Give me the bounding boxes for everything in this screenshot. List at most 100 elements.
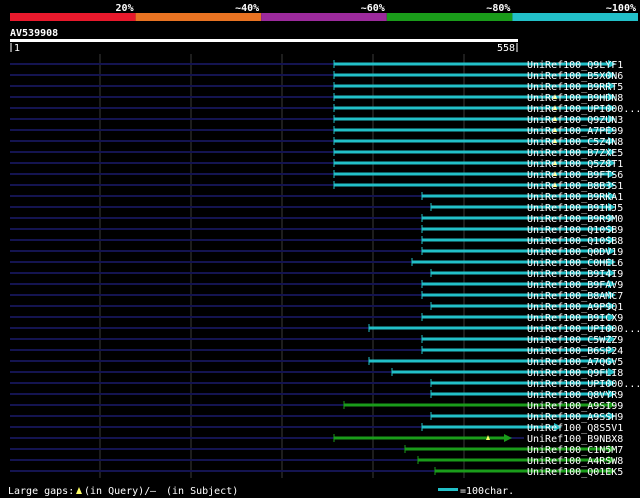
hit-row: UniRef100_B9HDN8	[10, 93, 623, 104]
hit-row: UniRef100_B9ICX9	[10, 313, 623, 324]
hit-row: UniRef100_A7PE99	[10, 126, 623, 137]
hit-name: UniRef100_UPI000...	[527, 379, 640, 390]
hit-arrowhead	[504, 434, 512, 442]
hit-row: UniRef100_A4RSW8	[10, 456, 623, 467]
hit-row: UniRef100_B9FTS6	[10, 170, 623, 181]
hit-name: UniRef100_A9P9Q1	[527, 302, 623, 313]
hit-name: UniRef100_Q0DV19	[527, 247, 623, 258]
hit-name: UniRef100_B9NBX8	[527, 434, 623, 445]
hit-row: UniRef100_B9NBX8	[10, 434, 623, 445]
hit-name: UniRef100_A9SI99	[527, 401, 623, 412]
hit-name: UniRef100_Q10SB9	[527, 225, 623, 236]
hit-row: UniRef100_Q8VYR9	[10, 390, 623, 401]
hit-name: UniRef100_B9R9M0	[527, 214, 623, 225]
hit-name: UniRef100_B9RRT5	[527, 82, 623, 93]
query-bar	[10, 39, 518, 42]
alignment-overview: 20% ~40% ~60% ~80% ~100% AV539908 1 558 UniRe…	[8, 3, 640, 497]
hit-name: UniRef100_Q8S5V1	[527, 423, 623, 434]
footer-legend: Large gaps: (in Query)/— (in Subject) =100c…	[8, 486, 514, 497]
hit-name: UniRef100_B7ZXE5	[527, 148, 623, 159]
hit-row: UniRef100_B9FAV9	[10, 280, 623, 291]
hit-row: UniRef100_Q9ZUN3	[10, 115, 623, 126]
hit-name: UniRef100_B9ICX9	[527, 313, 623, 324]
hit-name: UniRef100_C5WZZ9	[527, 335, 623, 346]
hit-row: UniRef100_Q10SB9	[10, 225, 623, 236]
gaps-label: Large gaps:	[8, 486, 74, 497]
hit-row: UniRef100_Q0DV19	[10, 247, 623, 258]
hit-row: UniRef100_Q01EK5	[10, 467, 623, 478]
subject-gap-marker: —	[150, 486, 157, 497]
hit-row: UniRef100_B9RKA1	[10, 192, 623, 203]
hit-row: UniRef100_B6SP24	[10, 346, 623, 357]
hit-name: UniRef100_B8AMC7	[527, 291, 623, 302]
hit-row: UniRef100_C5Z4N8	[10, 137, 623, 148]
hit-name: UniRef100_C5Z4N8	[527, 137, 623, 148]
legend-label: ~60%	[361, 3, 385, 14]
hit-row: UniRef100_B9RRT5	[10, 82, 623, 93]
hit-row: UniRef100_UPI000...	[10, 379, 640, 390]
hit-row: UniRef100_Q9LYF1	[10, 60, 623, 71]
hit-row: UniRef100_B9R9M0	[10, 214, 623, 225]
hit-name: UniRef100_A9SSH9	[527, 412, 623, 423]
hit-row: UniRef100_B8AMC7	[10, 291, 623, 302]
hit-name: UniRef100_Q8VYR9	[527, 390, 623, 401]
hit-name: UniRef100_Q9ZUN3	[527, 115, 623, 126]
hit-row: UniRef100_B7ZXE5	[10, 148, 623, 159]
legend-segment	[261, 13, 387, 21]
hit-row: UniRef100_B9IHJ5	[10, 203, 623, 214]
legend-segment	[10, 13, 136, 21]
hit-name: UniRef100_Q9FLI8	[527, 368, 623, 379]
hit-row: UniRef100_A7QGV5	[10, 357, 623, 368]
hit-name: UniRef100_Q01EK5	[527, 467, 623, 478]
query-name: AV539908	[10, 28, 58, 39]
hit-name: UniRef100_B9I4I9	[527, 269, 623, 280]
hit-row: UniRef100_C1N5M7	[10, 445, 623, 456]
identity-color-legend: 20% ~40% ~60% ~80% ~100%	[10, 3, 638, 21]
hit-name: UniRef100_A7PE99	[527, 126, 623, 137]
hit-row: UniRef100_UPI000...	[10, 324, 640, 335]
legend-label: ~80%	[486, 3, 510, 14]
legend-segment	[135, 13, 262, 21]
legend-label: ~40%	[235, 3, 259, 14]
query-gap-label: (in Query)/	[84, 486, 150, 497]
hit-name: UniRef100_C0HEL6	[527, 258, 623, 269]
hit-name: UniRef100_Q9LYF1	[527, 60, 623, 71]
hit-name: UniRef100_B9IHJ5	[527, 203, 623, 214]
hit-name: UniRef100_B8B3S1	[527, 181, 623, 192]
hit-row: UniRef100_B8B3S1	[10, 181, 623, 192]
hit-row: UniRef100_B5X0N6	[10, 71, 623, 82]
legend-label: 20%	[116, 3, 134, 14]
query-gap-legend-icon	[76, 487, 82, 494]
hit-row: UniRef100_B9I4I9	[10, 269, 623, 280]
hit-row: UniRef100_A9P9Q1	[10, 302, 623, 313]
hit-row: UniRef100_Q10SB8	[10, 236, 623, 247]
hit-row: UniRef100_C5WZZ9	[10, 335, 623, 346]
hit-name: UniRef100_Q10SB8	[527, 236, 623, 247]
legend-segment	[386, 13, 513, 21]
hit-name: UniRef100_B9HDN8	[527, 93, 623, 104]
hit-row: UniRef100_A9SI99	[10, 401, 623, 412]
hit-list: UniRef100_Q9LYF1UniRef100_B5X0N6UniRef10…	[10, 60, 640, 478]
scale-label: =100char.	[460, 486, 514, 497]
hit-name: UniRef100_B9RKA1	[527, 192, 623, 203]
hit-bar	[334, 436, 506, 440]
subject-gap-label: (in Subject)	[166, 486, 238, 497]
hit-name: UniRef100_A4RSW8	[527, 456, 623, 467]
hit-row: UniRef100_UPI000...	[10, 104, 640, 115]
hit-name: UniRef100_UPI000...	[527, 104, 640, 115]
hit-row: UniRef100_Q8S5V1	[10, 423, 623, 434]
hit-name: UniRef100_A7QGV5	[527, 357, 623, 368]
hit-name: UniRef100_B9FAV9	[527, 280, 623, 291]
hit-name: UniRef100_UPI000...	[527, 324, 640, 335]
hit-name: UniRef100_B5X0N6	[527, 71, 623, 82]
hit-row: UniRef100_Q9FLI8	[10, 368, 623, 379]
hit-row: UniRef100_Q5Z8T1	[10, 159, 623, 170]
legend-label: ~100%	[606, 3, 636, 14]
ruler-start-label: 1	[14, 43, 20, 54]
hit-name: UniRef100_C1N5M7	[527, 445, 623, 456]
hit-name: UniRef100_B9FTS6	[527, 170, 623, 181]
ruler-end-label: 558	[497, 43, 515, 54]
query-ruler: 1 558	[10, 39, 518, 54]
hit-name: UniRef100_B6SP24	[527, 346, 623, 357]
legend-segment	[512, 13, 638, 21]
